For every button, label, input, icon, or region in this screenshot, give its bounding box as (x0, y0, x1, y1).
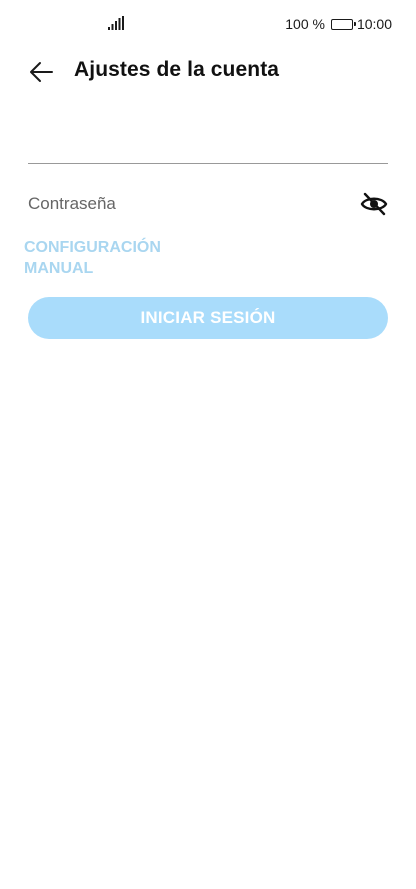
battery-icon (330, 18, 356, 30)
manual-config-link[interactable]: CONFIGURACIÓN MANUAL (24, 237, 184, 279)
arrow-left-icon[interactable] (28, 60, 54, 84)
password-input[interactable] (28, 184, 348, 224)
username-input[interactable] (28, 110, 388, 163)
username-field[interactable] (28, 110, 388, 164)
signal-bars-icon (108, 16, 124, 30)
password-field[interactable] (28, 184, 388, 224)
eye-hidden-icon[interactable] (360, 191, 388, 217)
status-bar: 100 % 10:00 (0, 0, 416, 46)
status-right: 100 % 10:00 (285, 15, 392, 33)
title-bar: Ajustes de la cuenta (0, 50, 416, 94)
login-button[interactable]: INICIAR SESIÓN (28, 297, 388, 339)
clock: 10:00 (356, 16, 392, 32)
battery-percent: 100 % (285, 16, 325, 32)
page-title: Ajustes de la cuenta (74, 58, 280, 81)
